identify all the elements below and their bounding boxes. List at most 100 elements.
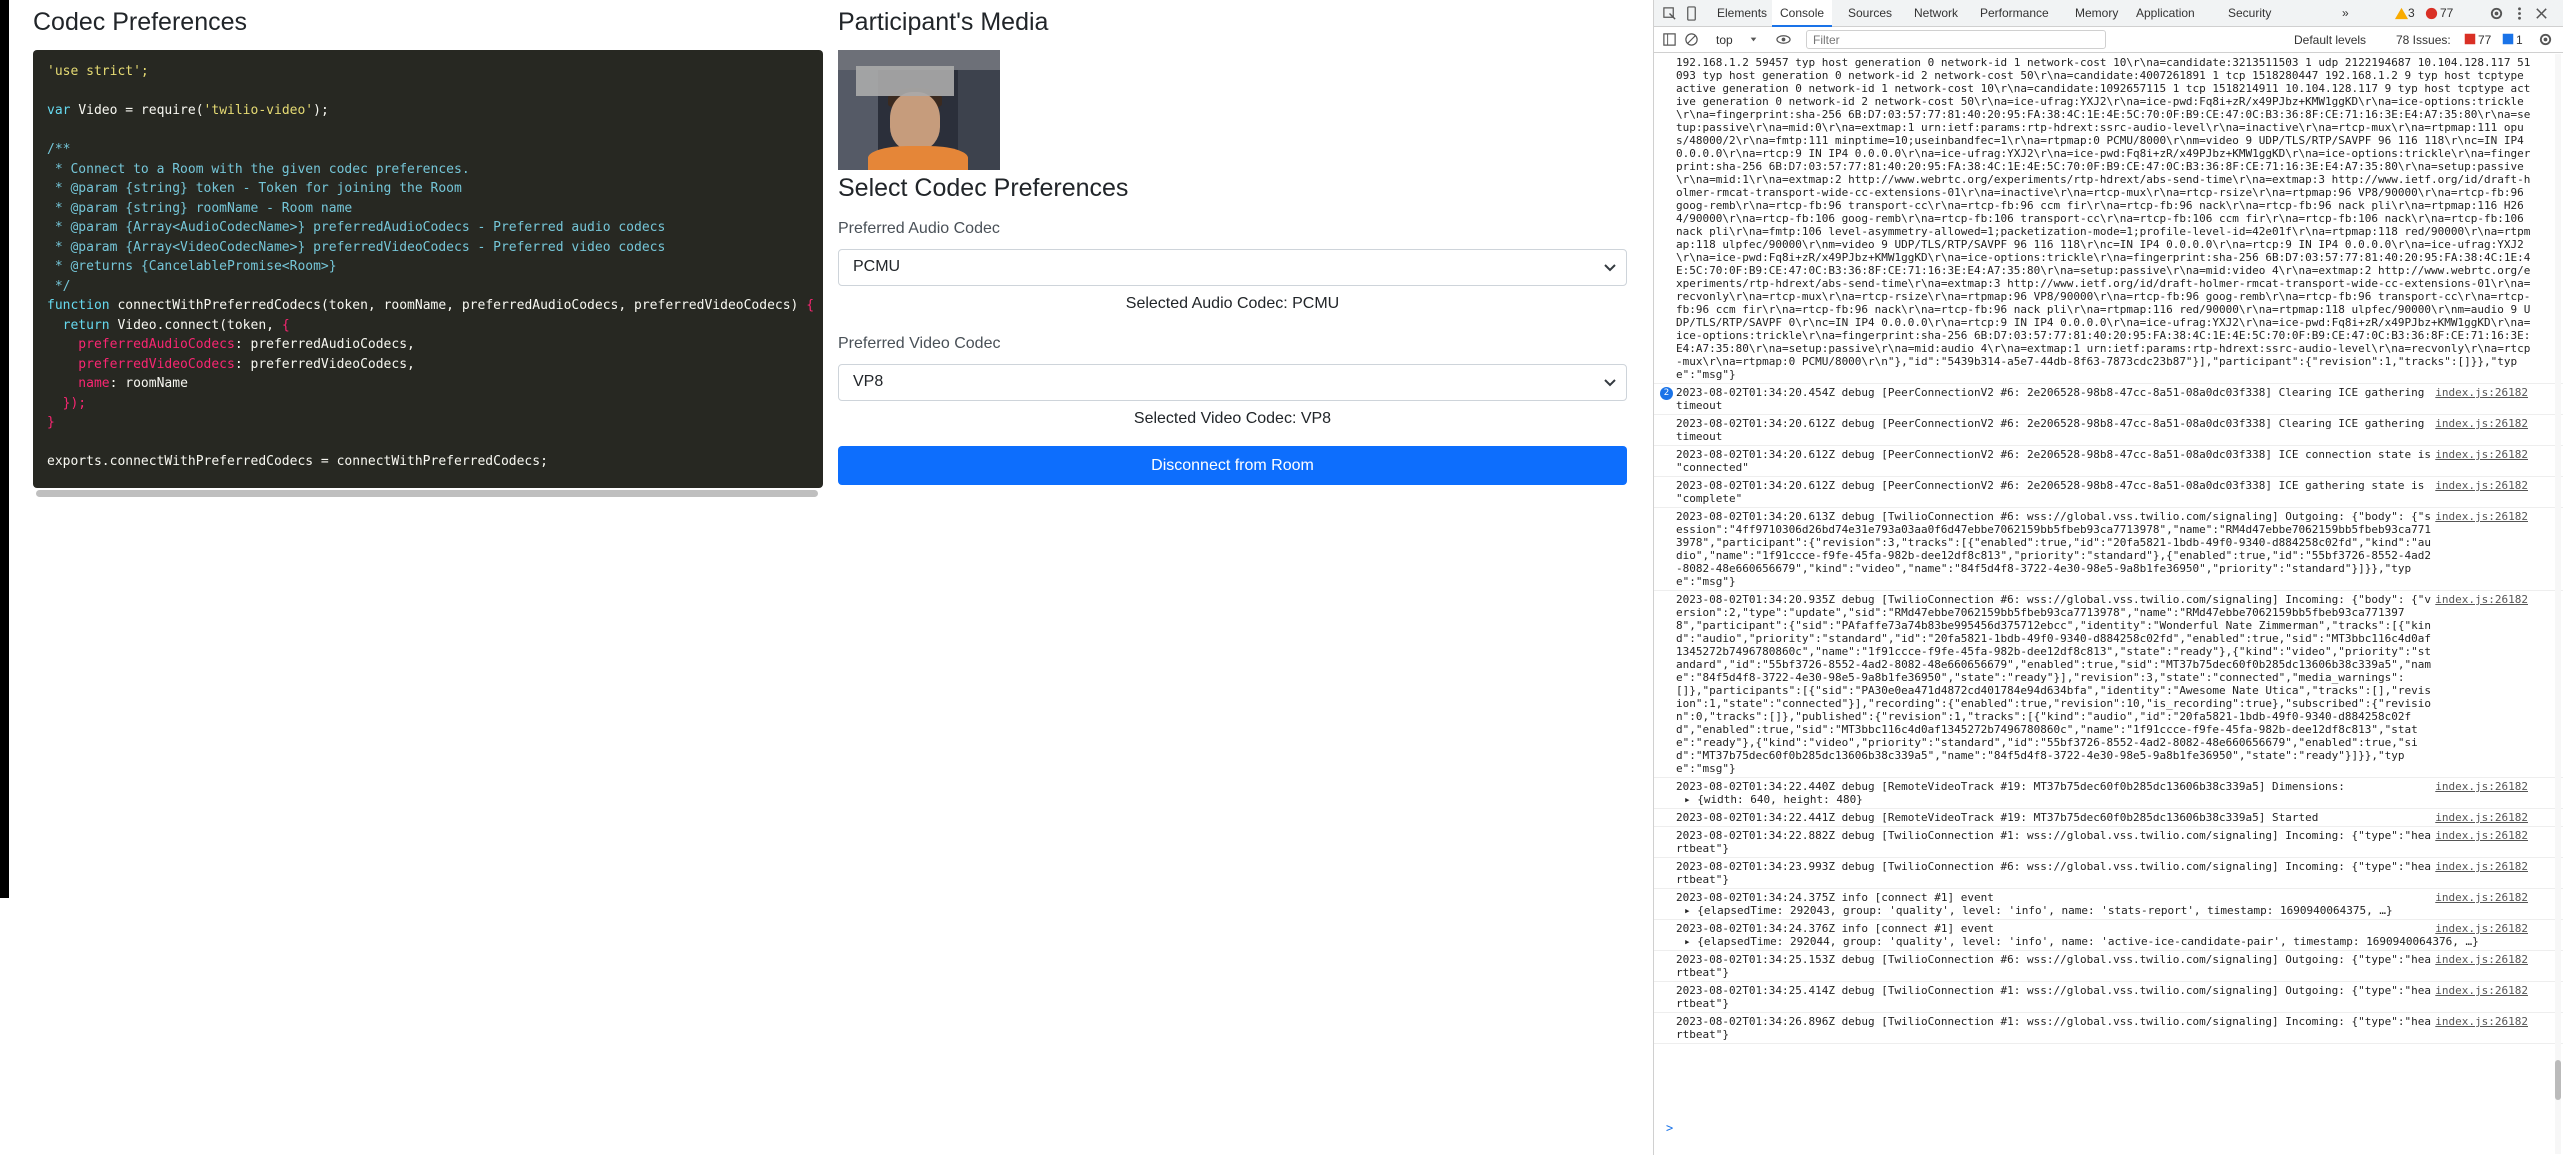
code-token: { xyxy=(281,317,290,333)
console-filter-input[interactable] xyxy=(1806,30,2106,49)
source-link[interactable]: index.js:26182 xyxy=(2435,891,2528,904)
code-line: preferredVideoCodecs: preferredVideoCode… xyxy=(47,355,809,375)
console-object-preview[interactable]: ▸ {width: 640, height: 480} xyxy=(1676,793,2558,806)
devtools-tab-elements[interactable]: Elements xyxy=(1709,0,1775,27)
source-link[interactable]: index.js:26182 xyxy=(2435,386,2528,399)
code-token: } xyxy=(47,415,55,430)
console-object-preview[interactable]: ▸ {elapsedTime: 292043, group: 'quality'… xyxy=(1676,904,2558,917)
console-toolbar: top Default levels 78 Issues: 77 1 xyxy=(1654,27,2563,53)
console-message: 2023-08-02T01:34:24.375Z info [connect #… xyxy=(1654,889,2563,920)
console-settings-icon[interactable] xyxy=(2538,32,2553,47)
console-message: 2023-08-02T01:34:25.153Z debug [TwilioCo… xyxy=(1654,951,2563,982)
code-token: preferredAudioCodecs xyxy=(47,337,235,352)
devtools-tab-performance[interactable]: Performance xyxy=(1972,0,2057,27)
issues-info-icon xyxy=(2502,33,2514,45)
console-message: 2 2023-08-02T01:34:20.454Z debug [PeerCon… xyxy=(1654,384,2563,415)
settings-gear-icon[interactable] xyxy=(2489,6,2504,21)
inspect-element-icon[interactable] xyxy=(1662,6,1677,21)
log-levels-dropdown[interactable]: Default levels xyxy=(2294,33,2366,47)
participant-media-title: Participant's Media xyxy=(838,8,1049,36)
source-link[interactable]: index.js:26182 xyxy=(2435,780,2528,793)
source-link[interactable]: index.js:26182 xyxy=(2435,922,2528,935)
console-message-text: 2023-08-02T01:34:20.613Z debug [TwilioCo… xyxy=(1676,510,2431,588)
console-object-preview[interactable]: ▸ {elapsedTime: 292044, group: 'quality'… xyxy=(1676,935,2558,948)
code-line: name: roomName xyxy=(47,374,809,394)
sidebar-toggle-icon[interactable] xyxy=(1662,32,1677,47)
console-message-text: 2023-08-02T01:34:22.882Z debug [TwilioCo… xyxy=(1676,829,2431,855)
clear-console-icon[interactable] xyxy=(1684,32,1699,47)
eye-icon[interactable] xyxy=(1776,32,1791,47)
context-selector[interactable]: top xyxy=(1716,33,1733,47)
code-token: function xyxy=(47,298,118,313)
error-count[interactable]: 77 xyxy=(2438,0,2455,27)
video-codec-value: VP8 xyxy=(853,373,884,390)
code-token: preferredVideoCodecs xyxy=(47,356,235,372)
console-message-text: 2023-08-02T01:34:24.376Z info [connect #… xyxy=(1676,922,1994,935)
console-message: 2023-08-02T01:34:26.896Z debug [TwilioCo… xyxy=(1654,1013,2563,1044)
issues-label[interactable]: 78 Issues: xyxy=(2396,33,2451,47)
source-link[interactable]: index.js:26182 xyxy=(2435,1015,2528,1028)
source-link[interactable]: index.js:26182 xyxy=(2435,984,2528,997)
code-token: }); xyxy=(47,395,87,411)
console-message: 192.168.1.2 59457 typ host generation 0 … xyxy=(1654,54,2563,384)
source-link[interactable]: index.js:26182 xyxy=(2435,953,2528,966)
console-message-text: 2023-08-02T01:34:20.612Z debug [PeerConn… xyxy=(1676,448,2438,474)
devtools-tab-security[interactable]: Security xyxy=(2220,0,2279,27)
console-message-text: 2023-08-02T01:34:22.440Z debug [RemoteVi… xyxy=(1676,780,2345,793)
devtools-tab-sources[interactable]: Sources xyxy=(1840,0,1900,27)
devtools-panel: Elements Console Sources Network Performance… xyxy=(1653,0,2563,1155)
console-prompt[interactable]: > xyxy=(1666,1121,1673,1135)
source-link[interactable]: index.js:26182 xyxy=(2435,417,2528,430)
console-message-text: 2023-08-02T01:34:25.153Z debug [TwilioCo… xyxy=(1676,953,2431,979)
console-scrollbar[interactable] xyxy=(2555,54,2561,1154)
audio-codec-label: Preferred Audio Codec xyxy=(838,220,1000,237)
disconnect-button[interactable]: Disconnect from Room xyxy=(838,446,1627,485)
source-link[interactable]: index.js:26182 xyxy=(2435,811,2528,824)
code-line: */ xyxy=(47,277,809,297)
code-line: }); xyxy=(47,394,809,414)
console-message-text: 2023-08-02T01:34:26.896Z debug [TwilioCo… xyxy=(1676,1015,2431,1041)
source-link[interactable]: index.js:26182 xyxy=(2435,510,2528,523)
console-message-text: 2023-08-02T01:34:20.935Z debug [TwilioCo… xyxy=(1676,593,2431,775)
code-token: Video.connect(token, xyxy=(117,317,282,333)
source-link[interactable]: index.js:26182 xyxy=(2435,448,2528,461)
code-token: /** xyxy=(47,142,71,157)
more-options-icon[interactable] xyxy=(2512,6,2527,21)
audio-codec-select[interactable]: PCMU xyxy=(838,249,1627,286)
source-link[interactable]: index.js:26182 xyxy=(2435,593,2528,606)
console-message-text: 2023-08-02T01:34:22.441Z debug [RemoteVi… xyxy=(1676,811,2319,824)
warning-count[interactable]: 3 xyxy=(2406,0,2417,27)
code-token: * @param {string} token - Token for join… xyxy=(47,181,462,196)
console-scroll-thumb[interactable] xyxy=(2555,1060,2561,1100)
code-line: /** xyxy=(47,140,809,160)
console-message: 2023-08-02T01:34:24.376Z info [connect #… xyxy=(1654,920,2563,951)
selected-audio-codec-text: Selected Audio Codec: PCMU xyxy=(1125,295,1340,312)
issues-error-count[interactable]: 77 xyxy=(2478,33,2491,47)
devtools-tab-console[interactable]: Console xyxy=(1772,0,1833,27)
code-horizontal-scrollbar[interactable] xyxy=(36,490,818,497)
more-tabs-button[interactable]: » xyxy=(2334,0,2357,27)
console-message: 2023-08-02T01:34:25.414Z debug [TwilioCo… xyxy=(1654,982,2563,1013)
console-message-text: 2023-08-02T01:34:24.375Z info [connect #… xyxy=(1676,891,1994,904)
devtools-tab-memory[interactable]: Memory xyxy=(2067,0,2126,27)
code-token: 'twilio-video' xyxy=(203,103,314,118)
code-line: function connectWithPreferredCodecs(toke… xyxy=(47,296,814,316)
source-link[interactable]: index.js:26182 xyxy=(2435,860,2528,873)
video-codec-select[interactable]: VP8 xyxy=(838,364,1627,401)
devtools-tab-network[interactable]: Network xyxy=(1906,0,1966,27)
device-toolbar-icon[interactable] xyxy=(1684,6,1699,21)
close-icon[interactable] xyxy=(2534,6,2549,21)
code-line: * @param {Array<AudioCodecName>} preferr… xyxy=(47,218,809,238)
console-message: 2023-08-02T01:34:23.993Z debug [TwilioCo… xyxy=(1654,858,2563,889)
video-redaction-box xyxy=(856,66,954,96)
console-output[interactable]: 192.168.1.2 59457 typ host generation 0 … xyxy=(1654,54,2563,1155)
source-link[interactable]: index.js:26182 xyxy=(2435,829,2528,842)
code-block[interactable]: 'use strict'; var Video = require('twili… xyxy=(33,50,823,488)
devtools-tab-application[interactable]: Application xyxy=(2128,0,2203,27)
issues-info-count[interactable]: 1 xyxy=(2516,33,2523,47)
code-line: * @param {string} roomName - Room name xyxy=(47,199,809,219)
chevron-down-icon xyxy=(1750,37,1757,42)
source-link[interactable]: index.js:26182 xyxy=(2435,479,2528,492)
